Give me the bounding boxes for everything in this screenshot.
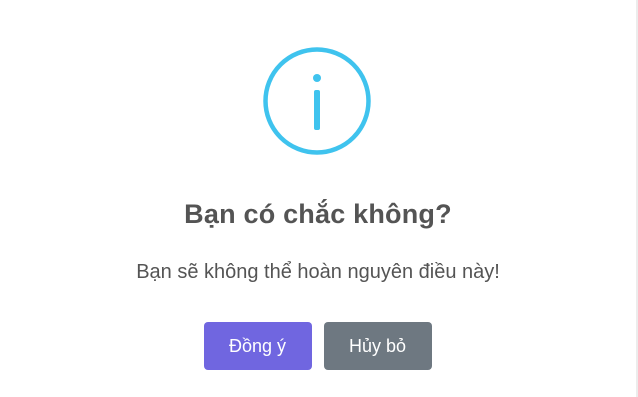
info-icon bbox=[262, 46, 372, 156]
dialog-message: Bạn sẽ không thể hoàn nguyên điều này! bbox=[136, 261, 500, 283]
dialog-title: Bạn có chắc không? bbox=[184, 199, 452, 229]
confirm-button[interactable]: Đồng ý bbox=[203, 322, 312, 370]
cancel-button[interactable]: Hủy bỏ bbox=[323, 322, 432, 370]
dialog-actions: Đồng ý Hủy bỏ bbox=[0, 322, 636, 370]
confirm-dialog: Bạn có chắc không? Bạn sẽ không thể hoàn… bbox=[0, 0, 636, 397]
